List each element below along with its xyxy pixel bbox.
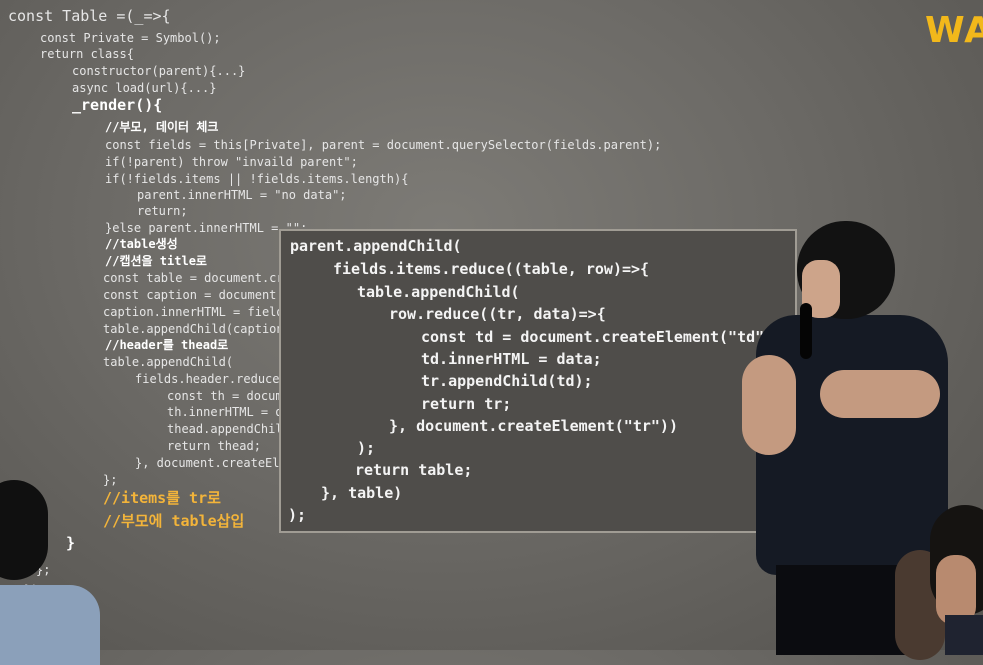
code-line: const table = document.cre: [103, 271, 291, 285]
code-line: };: [103, 473, 118, 487]
code-line: constructor(parent){...}: [72, 64, 246, 78]
code-line: table.appendChild(: [103, 355, 234, 369]
code-comment: //부모, 데이터 체크: [105, 120, 219, 134]
popup-code-line: );: [357, 439, 376, 457]
code-line: if(!fields.items || !fields.items.length…: [105, 172, 409, 186]
code-line: th.innerHTML = d: [167, 405, 283, 419]
popup-code-line: return table;: [355, 461, 473, 479]
code-line: }: [66, 534, 76, 552]
popup-code-line: parent.appendChild(: [290, 237, 462, 255]
popup-code-line: }, document.createElement("tr")): [389, 417, 678, 435]
brand-logo: WAV: [925, 10, 983, 51]
code-line: const caption = document.c: [103, 288, 291, 302]
code-comment: //캡션을 title로: [105, 254, 207, 268]
popup-code-line: }, table): [321, 484, 403, 502]
popup-code-line: td.innerHTML = data;: [421, 350, 602, 368]
popup-code-line: tr.appendChild(td);: [421, 372, 593, 390]
presenter-arm: [820, 370, 940, 418]
code-line: }else parent.innerHTML = "";: [105, 221, 308, 235]
code-line: _render(){: [72, 96, 163, 114]
microphone-icon: [800, 303, 812, 359]
code-line: return thead;: [167, 439, 261, 453]
popup-code-line: table.appendChild(: [357, 283, 520, 301]
presenter-arm: [742, 355, 796, 455]
code-line: const Table =(_=>{: [8, 7, 171, 25]
code-line: thead.appendChil: [167, 422, 283, 436]
code-line: caption.innerHTML = fields: [103, 305, 291, 319]
code-comment: //header를 thead로: [105, 338, 229, 352]
popup-code-line: );: [288, 506, 307, 524]
code-zoom-popup: parent.appendChild( fields.items.reduce(…: [279, 229, 797, 533]
audience-member: [0, 585, 100, 665]
code-line: table.appendChild(caption): [103, 322, 291, 336]
audience-member: [945, 615, 983, 655]
code-line: return;: [137, 204, 188, 218]
code-line: return class{: [40, 47, 134, 61]
code-line: if(!parent) throw "invaild parent";: [105, 155, 358, 169]
code-line: const th = docum: [167, 389, 283, 403]
popup-code-line: row.reduce((tr, data)=>{: [389, 305, 606, 323]
code-line: fields.header.reduce(: [135, 372, 287, 386]
audience-head: [0, 480, 48, 580]
code-line: parent.innerHTML = "no data";: [137, 188, 347, 202]
popup-code-line: const td = document.createElement("td");: [421, 328, 783, 346]
code-line: async load(url){...}: [72, 81, 217, 95]
code-comment: //table생성: [105, 237, 178, 251]
code-highlight: //items를 tr로: [103, 489, 221, 507]
code-line: const fields = this[Private], parent = d…: [105, 138, 662, 152]
popup-code-line: fields.items.reduce((table, row)=>{: [333, 260, 650, 278]
code-line: const Private = Symbol();: [40, 31, 221, 45]
code-line: }, document.createEle: [135, 456, 287, 470]
popup-code-line: return tr;: [421, 395, 512, 413]
code-highlight: //부모에 table삽입: [103, 512, 245, 530]
